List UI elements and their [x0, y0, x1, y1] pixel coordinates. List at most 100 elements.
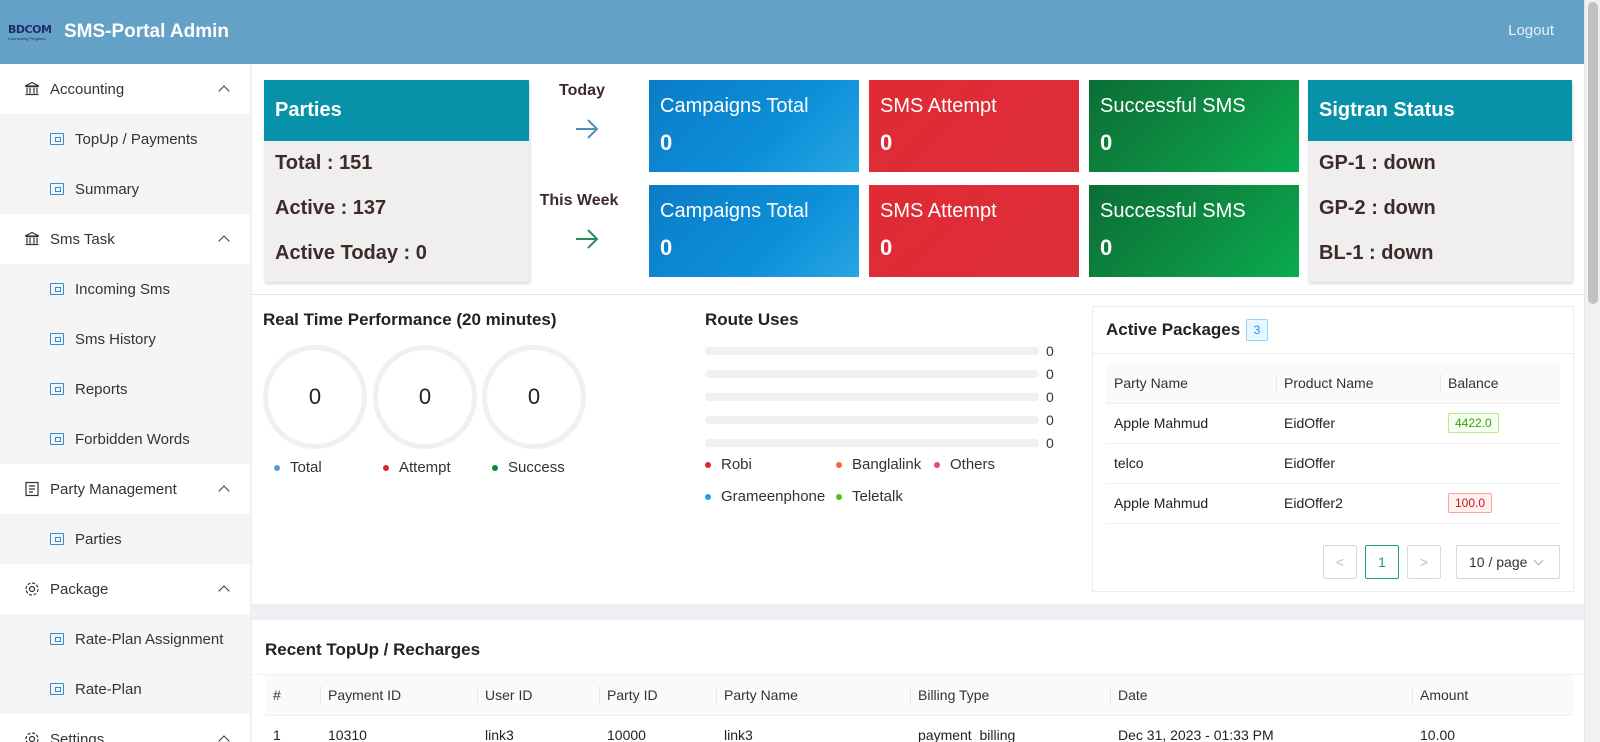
route-progress-bar	[705, 370, 1039, 378]
chevron-up-icon	[218, 235, 230, 247]
sidebar-group-label: Package	[50, 580, 109, 598]
sidebar-item-reports[interactable]: Reports	[0, 364, 250, 414]
user-id-cell: link3	[485, 727, 514, 742]
chevron-up-icon	[218, 485, 230, 497]
sidebar-item-topup-payments[interactable]: TopUp / Payments	[0, 114, 250, 164]
sidebar-item-rate-plan[interactable]: Rate-Plan	[0, 664, 250, 714]
column-header[interactable]: Party ID	[599, 675, 716, 716]
legend-label: Teletalk	[852, 488, 903, 505]
sidebar-item-forbidden-words[interactable]: Forbidden Words	[0, 414, 250, 464]
attempt-gauge: 0	[373, 345, 477, 449]
sidebar-item-incoming-sms[interactable]: Incoming Sms	[0, 264, 250, 314]
column-header[interactable]: Balance	[1440, 363, 1560, 404]
week-success-tile[interactable]: Successful SMS 0	[1089, 185, 1299, 277]
legend-label: Grameenphone	[721, 488, 826, 505]
legend-total: Total	[274, 459, 322, 476]
sidebar-group-accounting[interactable]: Accounting	[0, 64, 250, 114]
table-row[interactable]: Apple Mahmud EidOffer 4422.0	[1106, 403, 1560, 444]
sidebar-group-label: Party Management	[50, 480, 177, 498]
column-header[interactable]: Payment ID	[320, 675, 477, 716]
tile-label: Campaigns Total	[660, 200, 809, 222]
table-header-row: Party Name Product Name Balance	[1106, 363, 1560, 404]
profile-icon	[24, 481, 40, 497]
sidebar: Accounting TopUp / Payments Summary Sms …	[0, 64, 250, 742]
route-progress-bar	[705, 393, 1039, 401]
scrollbar-thumb[interactable]	[1588, 2, 1598, 304]
sidebar-item-summary[interactable]: Summary	[0, 164, 250, 214]
next-page-button[interactable]: >	[1407, 545, 1441, 579]
sidebar-item-label: Rate-Plan	[75, 680, 142, 698]
parties-title: Parties	[264, 80, 529, 141]
product-name-cell: EidOffer	[1276, 443, 1440, 484]
tile-label: SMS Attempt	[880, 200, 997, 222]
column-header[interactable]: Product Name	[1276, 363, 1440, 404]
prev-page-button[interactable]: <	[1323, 545, 1357, 579]
route-value: 0	[1046, 343, 1054, 359]
chevron-up-icon	[218, 85, 230, 97]
table-row[interactable]: 1 10310 link3 10000 link3 payment_billin…	[265, 715, 1573, 742]
sidebar-item-parties[interactable]: Parties	[0, 514, 250, 564]
column-header[interactable]: Date	[1110, 675, 1412, 716]
amount-cell: 10.00	[1420, 727, 1456, 742]
route-progress-bar	[705, 416, 1039, 424]
recent-title: Recent TopUp / Recharges	[265, 640, 481, 659]
today-campaigns-tile[interactable]: Campaigns Total 0	[649, 80, 859, 172]
chevron-down-icon	[1533, 555, 1544, 565]
parties-active: Active : 137	[275, 197, 387, 219]
tile-label: Campaigns Total	[660, 95, 809, 117]
packages-title: Active Packages	[1106, 320, 1241, 339]
legend-others: Others	[934, 456, 995, 473]
sidebar-group-sms-task[interactable]: Sms Task	[0, 214, 250, 264]
legend-label: Success	[508, 459, 565, 476]
legend-dot	[274, 464, 280, 471]
sidebar-item-rate-plan-assignment[interactable]: Rate-Plan Assignment	[0, 614, 250, 664]
today-success-tile[interactable]: Successful SMS 0	[1089, 80, 1299, 172]
tile-value: 0	[1100, 130, 1113, 155]
sidebar-group-label: Sms Task	[50, 230, 115, 248]
chevron-up-icon	[218, 585, 230, 597]
recent-topups-table: # Payment ID User ID Party ID Party Name…	[265, 675, 1573, 742]
sidebar-item-label: Sms History	[75, 330, 156, 348]
total-gauge: 0	[263, 345, 367, 449]
party-id-cell: 10000	[607, 727, 646, 742]
balance-cell	[1440, 443, 1560, 484]
page-size-select[interactable]: 10 / page	[1456, 545, 1560, 579]
route-value: 0	[1046, 435, 1054, 451]
date-cell: Dec 31, 2023 - 01:33 PM	[1118, 727, 1274, 742]
packages-table: Party Name Product Name Balance Apple Ma…	[1106, 363, 1560, 524]
today-attempt-tile[interactable]: SMS Attempt 0	[869, 80, 1079, 172]
column-header[interactable]: Amount	[1412, 675, 1573, 716]
tile-label: Successful SMS	[1100, 200, 1246, 222]
table-row[interactable]: Apple Mahmud EidOffer2 100.0	[1106, 483, 1560, 524]
bdcom-logo[interactable]: BDCOM Connecting Progress	[8, 21, 56, 43]
sidebar-item-label: Forbidden Words	[75, 430, 190, 448]
legend-robi: Robi	[705, 456, 752, 473]
page-1-button[interactable]: 1	[1365, 545, 1399, 579]
route-uses-title: Route Uses	[705, 310, 799, 329]
active-packages-card: Active Packages 3 Party Name Product Nam…	[1092, 306, 1574, 592]
page-scrollbar[interactable]	[1584, 0, 1600, 742]
column-header[interactable]: Billing Type	[910, 675, 1110, 716]
week-attempt-tile[interactable]: SMS Attempt 0	[869, 185, 1079, 277]
app-title: SMS-Portal Admin	[64, 21, 230, 42]
sidebar-group-party-management[interactable]: Party Management	[0, 464, 250, 514]
tile-value: 0	[1100, 235, 1113, 260]
sidebar-group-package[interactable]: Package	[0, 564, 250, 614]
period-today-label: Today	[559, 82, 605, 99]
logout-link[interactable]: Logout	[1508, 22, 1554, 39]
party-name-cell: link3	[724, 727, 753, 742]
form-icon	[50, 383, 64, 395]
column-header[interactable]: #	[265, 675, 320, 716]
sidebar-group-settings[interactable]: Settings	[0, 714, 250, 742]
table-row[interactable]: telco EidOffer	[1106, 443, 1560, 484]
column-header[interactable]: User ID	[477, 675, 599, 716]
sigtran-status-line: BL-1 : down	[1319, 242, 1434, 264]
bank-icon	[24, 231, 40, 247]
column-header[interactable]: Party Name	[1106, 363, 1276, 404]
id-card-icon	[50, 533, 64, 545]
party-name-cell: Apple Mahmud	[1106, 483, 1276, 524]
form-icon	[50, 133, 64, 145]
week-campaigns-tile[interactable]: Campaigns Total 0	[649, 185, 859, 277]
column-header[interactable]: Party Name	[716, 675, 910, 716]
sidebar-item-sms-history[interactable]: Sms History	[0, 314, 250, 364]
